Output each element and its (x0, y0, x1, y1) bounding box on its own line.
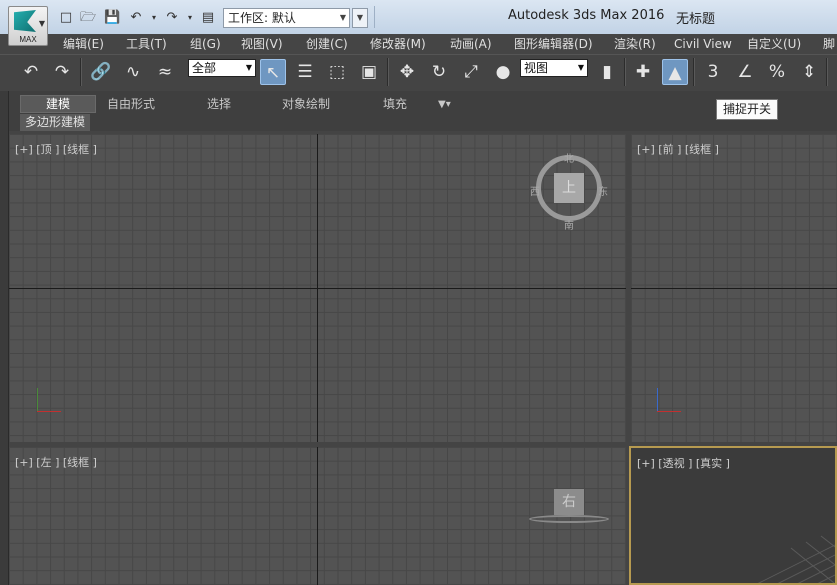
viewport-label[interactable]: [+] [顶 ] [线框 ] (15, 141, 97, 157)
chevron-down-icon: ▼ (577, 63, 584, 72)
tab-modeling[interactable]: 建模 (46, 96, 70, 113)
title-bar: □ 🗁 💾 ↶ ▾ ↷ ▾ ▤ 工作区: 默认 ▼ ▼ Autodesk 3ds… (0, 0, 837, 34)
percent-label: % (768, 62, 786, 82)
reference-coordinate-dropdown[interactable]: 视图 ▼ (520, 59, 588, 77)
spinner-snap-icon[interactable]: ⇕ (796, 59, 822, 85)
viewport-label[interactable]: [+] [左 ] [线框 ] (15, 454, 97, 470)
app-menu-button[interactable]: ▼ MAX (8, 6, 48, 46)
select-place-icon[interactable]: ● (490, 59, 516, 85)
perspective-grid (757, 535, 835, 583)
selection-filter-dropdown[interactable]: 全部 ▼ (188, 59, 256, 77)
angle-snap-icon[interactable]: ∠ (732, 59, 758, 85)
menu-views[interactable]: 视图(V) (241, 34, 283, 54)
unlink-icon[interactable]: ∿ (120, 59, 146, 85)
link-icon[interactable]: 🔗 (88, 59, 114, 85)
grid-axis-x (631, 288, 837, 289)
snaps-toggle-icon[interactable]: 3 (700, 59, 726, 85)
open-file-icon[interactable]: 🗁 (80, 10, 96, 26)
axis-tripod (33, 384, 65, 416)
workspace-dropdown[interactable]: 工作区: 默认 ▼ (223, 8, 350, 28)
chevron-down-icon: ▼ (339, 13, 346, 22)
workspace-menu-button[interactable]: ▼ (352, 8, 368, 28)
bind-space-warp-icon[interactable]: ≈ (152, 59, 178, 85)
viewcube-face[interactable]: 上 (554, 173, 584, 203)
viewport-perspective[interactable]: [+] [透视 ] [真实 ] (629, 446, 837, 585)
tab-object-paint[interactable]: 对象绘制 (282, 96, 330, 113)
menu-modifiers[interactable]: 修改器(M) (370, 34, 426, 54)
menu-animation[interactable]: 动画(A) (450, 34, 492, 54)
select-by-name-icon[interactable]: ☰ (292, 59, 318, 85)
workspace-value: 工作区: 默认 (228, 11, 296, 25)
divider (693, 58, 695, 86)
compass-ring (529, 515, 609, 523)
keyboard-shortcut-override-icon[interactable]: ▲ (662, 59, 688, 85)
tab-freeform[interactable]: 自由形式 (107, 96, 155, 113)
chevron-down-icon: ▼ (38, 19, 45, 28)
divider (624, 58, 626, 86)
window-crossing-icon[interactable]: ▣ (356, 59, 382, 85)
undo-icon[interactable]: ↶ (18, 59, 44, 85)
divider (826, 58, 828, 86)
redo-dropdown-icon[interactable]: ▾ (182, 10, 198, 26)
divider (387, 58, 389, 86)
menu-rendering[interactable]: 渲染(R) (614, 34, 656, 54)
select-rotate-icon[interactable]: ↻ (426, 59, 452, 85)
menu-group[interactable]: 组(G) (190, 34, 221, 54)
grid-axis-y (317, 134, 318, 442)
viewport-label[interactable]: [+] [前 ] [线框 ] (637, 141, 719, 157)
viewport-front[interactable]: [+] [前 ] [线框 ] (631, 134, 837, 442)
compass-east: 东 (598, 187, 608, 198)
app-title: Autodesk 3ds Max 2016 (508, 8, 665, 23)
select-move-icon[interactable]: ✥ (394, 59, 420, 85)
menu-create[interactable]: 创建(C) (306, 34, 348, 54)
percent-snap-icon[interactable]: % (764, 59, 790, 85)
divider (374, 6, 375, 28)
viewcube-face[interactable]: 右 (554, 489, 584, 515)
pivot-center-icon[interactable]: ▮ (594, 59, 620, 85)
selection-filter-value: 全部 (192, 61, 217, 75)
compass-west: 西 (530, 187, 540, 198)
app-logo-icon (14, 10, 36, 32)
compass-south: 南 (564, 221, 574, 232)
new-file-icon[interactable]: □ (58, 10, 74, 26)
menu-scripting[interactable]: 脚 (823, 34, 835, 54)
viewport-left[interactable]: [+] [左 ] [线框 ] 右 (9, 447, 626, 585)
redo-icon[interactable]: ↷ (49, 59, 75, 85)
menu-customize[interactable]: 自定义(U) (747, 34, 801, 54)
viewport-top[interactable]: [+] [顶 ] [线框 ] 上 北 南 西 东 (9, 134, 626, 442)
polygon-modeling-panel[interactable]: 多边形建模 (20, 114, 90, 131)
viewcube[interactable]: 上 北 南 西 东 (530, 154, 608, 232)
undo-dropdown-icon[interactable]: ▾ (146, 10, 162, 26)
rectangular-selection-icon[interactable]: ⬚ (324, 59, 350, 85)
undo-icon[interactable]: ↶ (128, 10, 144, 26)
menu-civil-view[interactable]: Civil View (674, 34, 732, 54)
axis-tripod (651, 384, 683, 416)
tooltip: 捕捉开关 (716, 99, 778, 120)
reference-coordinate-value: 视图 (524, 61, 549, 75)
document-title: 无标题 (676, 12, 716, 27)
select-object-icon[interactable]: ↖ (260, 59, 286, 85)
chevron-down-icon: ▼ (245, 63, 252, 72)
tab-selection[interactable]: 选择 (207, 96, 231, 113)
menu-graph-editors[interactable]: 图形编辑器(D) (514, 34, 593, 54)
save-file-icon[interactable]: 💾 (104, 10, 120, 26)
project-folder-icon[interactable]: ▤ (200, 10, 216, 26)
compass-north: 北 (564, 154, 574, 165)
redo-icon[interactable]: ↷ (164, 10, 180, 26)
tab-populate[interactable]: 填充 (383, 96, 407, 113)
snap-label: 3 (707, 62, 719, 82)
select-manipulate-icon[interactable]: ✚ (630, 59, 656, 85)
left-dock-strip (0, 91, 9, 585)
divider (80, 58, 82, 86)
select-scale-icon[interactable]: ⤢ (458, 59, 484, 85)
app-logo-label: MAX (19, 35, 37, 44)
menu-tools[interactable]: 工具(T) (126, 34, 167, 54)
ribbon-options-icon[interactable]: ▼▾ (438, 96, 451, 113)
grid-axis-y (317, 447, 318, 585)
menu-edit[interactable]: 编辑(E) (63, 34, 104, 54)
